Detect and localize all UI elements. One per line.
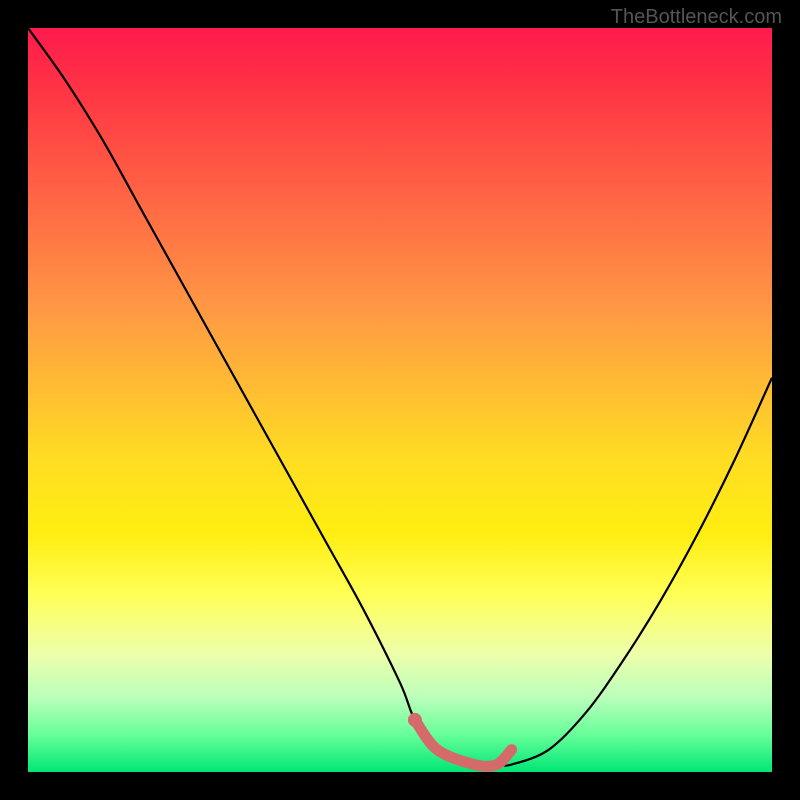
chart-plot-area [28,28,772,772]
highlight-segment-line [415,720,512,767]
chart-svg [28,28,772,772]
bottleneck-curve-line [28,28,772,766]
watermark-text: TheBottleneck.com [611,6,782,29]
highlight-start-dot [408,713,422,727]
